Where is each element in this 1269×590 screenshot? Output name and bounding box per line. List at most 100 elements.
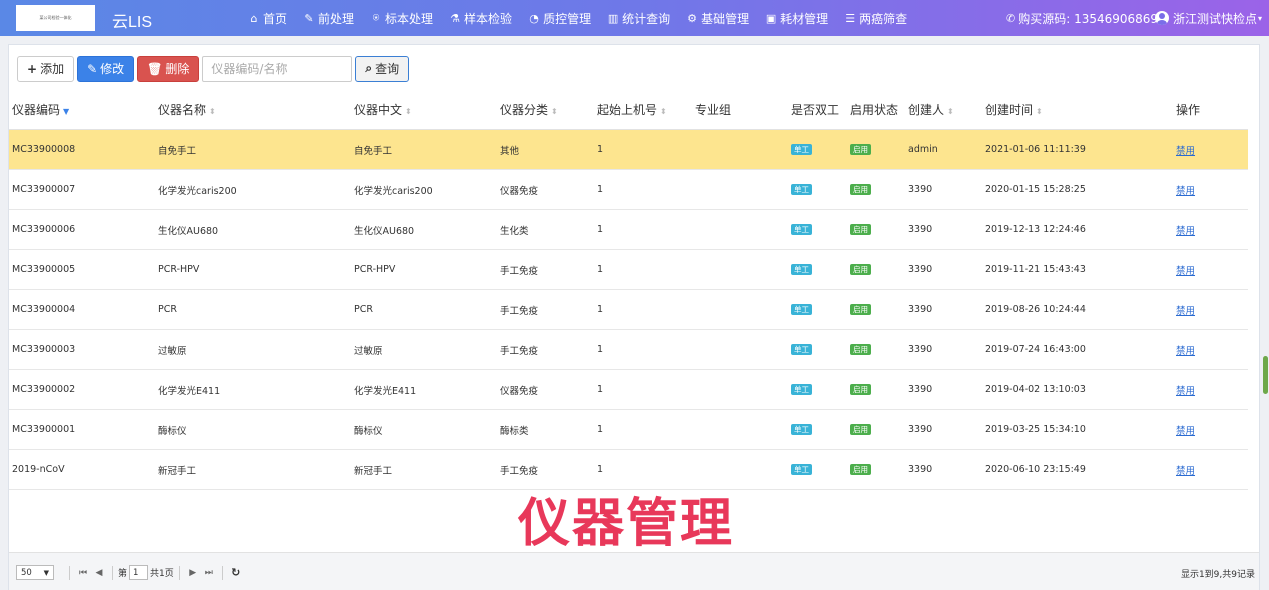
divider	[178, 565, 180, 580]
scrollbar-handle[interactable]	[1263, 356, 1268, 394]
add-button-label: 添加	[40, 62, 65, 76]
nav-item[interactable]: ✎ 前处理	[303, 10, 354, 27]
column-header[interactable]: 创建时间 ⬍	[985, 101, 1043, 118]
nav-item[interactable]: ▣ 耗材管理	[765, 10, 828, 27]
cell-cn: 酶标仪	[354, 425, 383, 437]
phone-label: 购买源码: 13546906869	[1018, 11, 1159, 26]
column-header-label: 仪器分类	[500, 103, 549, 117]
column-header[interactable]: 创建人 ⬍	[908, 101, 954, 118]
disable-link[interactable]: 禁用	[1176, 186, 1195, 197]
cell-time: 2019-03-25 15:34:10	[985, 424, 1086, 435]
status-cell: 启用	[850, 224, 871, 235]
table-row[interactable]: MC33900004 PCR PCR 手工免疫 1 单工 启用 3390 2019-08-26 …	[9, 290, 1248, 330]
disable-link[interactable]: 禁用	[1176, 226, 1195, 237]
query-button[interactable]: ⌕ 查询	[355, 55, 410, 82]
nav-item[interactable]: ⚙ 基础管理	[686, 10, 749, 27]
table-row[interactable]: MC33900003 过敏原 过敏原 手工免疫 1 单工 启用 3390 2019-07-24 …	[9, 330, 1248, 370]
sort-icon: ⬍	[551, 107, 558, 116]
nav-item-label: 标本处理	[385, 11, 434, 26]
table-row[interactable]: MC33900001 酶标仪 酶标仪 酶标类 1 单工 启用 3390 2019-03-25 1…	[9, 410, 1248, 450]
action-cell: 禁用	[1176, 183, 1195, 197]
cell-category: 仪器免疫	[500, 185, 539, 197]
disable-link[interactable]: 禁用	[1176, 466, 1195, 477]
table-row[interactable]: MC33900005 PCR-HPV PCR-HPV 手工免疫 1 单工 启用 3390 201…	[9, 250, 1248, 290]
cell-cn: 自免手工	[354, 145, 393, 157]
column-header[interactable]: 仪器中文 ⬍	[354, 101, 412, 118]
cell-code: 2019-nCoV	[12, 464, 65, 475]
nav-item[interactable]: ☰ 两癌筛查	[844, 10, 907, 27]
disable-link[interactable]: 禁用	[1176, 426, 1195, 437]
user-menu[interactable]: 浙江测试快检点 ▾	[1155, 0, 1262, 36]
cell-start: 1	[597, 384, 604, 395]
disable-link[interactable]: 禁用	[1176, 146, 1195, 157]
disable-link[interactable]: 禁用	[1176, 266, 1195, 277]
phone-icon: ✆	[1006, 11, 1016, 25]
disable-link[interactable]: 禁用	[1176, 306, 1195, 317]
duplex-badge: 单工	[791, 464, 812, 475]
edit-icon: ✎	[87, 61, 98, 76]
delete-button[interactable]: 🗑 删除	[137, 55, 200, 82]
refresh-icon[interactable]: ↻	[228, 566, 244, 579]
edit-button[interactable]: ✎ 修改	[77, 55, 135, 82]
cell-name: 化学发光caris200	[158, 185, 237, 197]
column-header[interactable]: 仪器分类 ⬍	[500, 101, 558, 118]
table-row[interactable]: MC33900007 化学发光caris200 化学发光caris200 仪器免疫 1 单…	[9, 170, 1248, 210]
table-row[interactable]: MC33900006 生化仪AU680 生化仪AU680 生化类 1 单工 启用 3390 20…	[9, 210, 1248, 250]
nav-item[interactable]: ▥ 统计查询	[607, 10, 670, 27]
table-row[interactable]: MC33900008 自免手工 自免手工 其他 1 单工 启用 admin 2021-01-06…	[9, 130, 1248, 170]
logo[interactable]: 某公司检验一体化	[16, 5, 95, 31]
page-number-input[interactable]: 1	[129, 565, 149, 580]
cell-cn: 新冠手工	[354, 465, 393, 477]
cell-code: MC33900007	[12, 184, 76, 195]
column-header[interactable]: 仪器名称 ⬍	[158, 101, 216, 118]
phone-info: ✆ 购买源码: 13546906869	[1006, 0, 1158, 36]
status-badge: 启用	[850, 224, 871, 235]
disable-link[interactable]: 禁用	[1176, 346, 1195, 357]
nav-item-label: 首页	[263, 11, 288, 26]
next-page-icon[interactable]: ▶	[185, 568, 201, 578]
column-header: 操作	[1176, 101, 1200, 118]
search-input[interactable]	[202, 55, 353, 82]
cell-creator: 3390	[908, 464, 933, 475]
column-header-label: 操作	[1176, 103, 1201, 117]
cell-time: 2019-04-02 13:10:03	[985, 384, 1086, 395]
nav-item-label: 统计查询	[622, 11, 671, 26]
status-badge: 启用	[850, 464, 871, 475]
cell-code: MC33900005	[12, 264, 76, 275]
nav-item[interactable]: ⌂ 首页	[248, 10, 288, 27]
status-badge: 启用	[850, 304, 871, 315]
column-header-label: 创建时间	[985, 103, 1034, 117]
user-avatar-icon	[1155, 11, 1169, 25]
cell-start: 1	[597, 184, 604, 195]
plus-icon: +	[27, 61, 38, 76]
cell-code: MC33900003	[12, 344, 76, 355]
status-cell: 启用	[850, 344, 871, 355]
column-header[interactable]: 起始上机号 ⬍	[597, 101, 667, 118]
cell-code: MC33900006	[12, 224, 76, 235]
duplex-badge: 单工	[791, 384, 812, 395]
table-row[interactable]: MC33900002 化学发光E411 化学发光E411 仪器免疫 1 单工 启用 3390 2…	[9, 370, 1248, 410]
add-button[interactable]: + 添加	[17, 55, 75, 82]
instrument-table: 仪器编码 ▼ 仪器名称 ⬍ 仪器中文 ⬍ 仪器分类 ⬍ 起始上机号 ⬍ 专业组 是否双工 启用状态 创建人…	[9, 90, 1248, 490]
action-cell: 禁用	[1176, 343, 1195, 357]
duplex-badge: 单工	[791, 344, 812, 355]
cell-time: 2019-08-26 10:24:44	[985, 304, 1086, 315]
page-prefix: 第	[118, 569, 128, 579]
cell-time: 2020-06-10 23:15:49	[985, 464, 1086, 475]
column-header-label: 仪器编码	[12, 103, 61, 117]
column-header[interactable]: 仪器编码 ▼	[12, 101, 69, 118]
prev-page-icon[interactable]: ◀	[91, 568, 107, 578]
status-badge: 启用	[850, 424, 871, 435]
caret-down-icon: ▾	[1258, 13, 1263, 23]
nav-item[interactable]: ⚗ 样本检验	[449, 10, 512, 27]
cell-cn: 化学发光caris200	[354, 185, 433, 197]
disable-link[interactable]: 禁用	[1176, 386, 1195, 397]
first-page-icon[interactable]: ⏮	[75, 568, 91, 578]
logo-text: 某公司检验一体化	[39, 15, 72, 20]
nav-item[interactable]: ◔ 质控管理	[528, 10, 591, 27]
last-page-icon[interactable]: ⏭	[201, 568, 217, 578]
content-panel: + 添加 ✎ 修改 🗑 删除 ⌕ 查询 仪器编码▼ 仪器名称⬍ 仪器中文⬍ 仪器分类⬍…	[8, 44, 1260, 590]
page-size-select[interactable]: 50 ▼	[16, 565, 54, 580]
nav-item[interactable]: ⍟ 标本处理	[370, 10, 433, 27]
status-cell: 启用	[850, 384, 871, 395]
